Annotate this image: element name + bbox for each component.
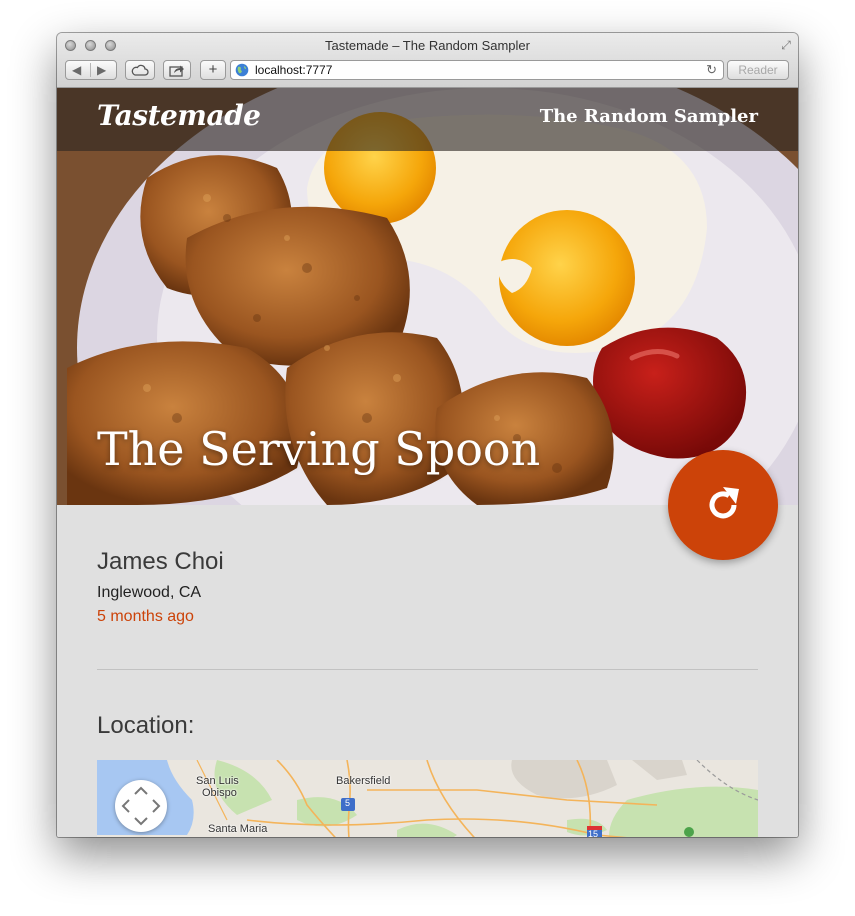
route-5-label: 5 <box>345 798 351 808</box>
site-name[interactable]: The Random Sampler <box>540 106 758 127</box>
browser-toolbar: Tastemade – The Random Sampler ⤢ ◀ ▶ + l… <box>57 33 798 88</box>
share-button[interactable] <box>163 60 191 80</box>
refresh-icon <box>709 487 739 519</box>
hero-banner: Tastemade The Random Sampler The Serving… <box>57 88 798 505</box>
section-divider <box>97 669 758 670</box>
map-label-bakersfield: Bakersfield <box>336 775 391 787</box>
globe-icon <box>235 63 249 77</box>
browser-window: Tastemade – The Random Sampler ⤢ ◀ ▶ + l… <box>57 33 798 837</box>
post-time: 5 months ago <box>97 608 194 625</box>
back-forward-buttons[interactable]: ◀ ▶ <box>65 60 117 80</box>
share-icon <box>169 65 184 77</box>
route-15-label: 15 <box>588 829 599 837</box>
map-pan-icon <box>121 786 161 826</box>
url-text[interactable]: localhost:7777 <box>255 63 332 77</box>
tastemade-logo[interactable]: Tastemade <box>97 99 261 132</box>
location-map[interactable]: San Luis Obispo Bakersfield Santa Maria … <box>97 760 758 837</box>
refresh-random-button[interactable] <box>668 450 778 560</box>
map-label-obispo: Obispo <box>202 787 237 799</box>
reader-button[interactable]: Reader <box>727 60 789 80</box>
author-name: James Choi <box>97 548 224 575</box>
forward-arrow-icon[interactable]: ▶ <box>97 61 106 79</box>
new-tab-button[interactable]: + <box>200 60 226 80</box>
reload-icon[interactable]: ↻ <box>706 62 717 78</box>
address-bar[interactable]: localhost:7777 ↻ <box>230 60 724 80</box>
location-heading: Location: <box>97 712 195 739</box>
window-title: Tastemade – The Random Sampler <box>325 38 530 53</box>
fullscreen-icon[interactable]: ⤢ <box>779 38 793 52</box>
map-label-santa-maria: Santa Maria <box>208 823 268 835</box>
site-header: Tastemade The Random Sampler <box>57 88 798 151</box>
back-arrow-icon[interactable]: ◀ <box>72 61 81 79</box>
page-content: Tastemade The Random Sampler The Serving… <box>57 88 798 837</box>
map-tiles <box>97 760 758 837</box>
map-pan-control[interactable] <box>115 780 167 832</box>
map-label-san-luis: San Luis <box>196 775 239 787</box>
icloud-tabs-button[interactable] <box>125 60 155 80</box>
cloud-icon <box>131 64 149 76</box>
restaurant-title: The Serving Spoon <box>97 422 541 476</box>
author-location: Inglewood, CA <box>97 584 202 601</box>
